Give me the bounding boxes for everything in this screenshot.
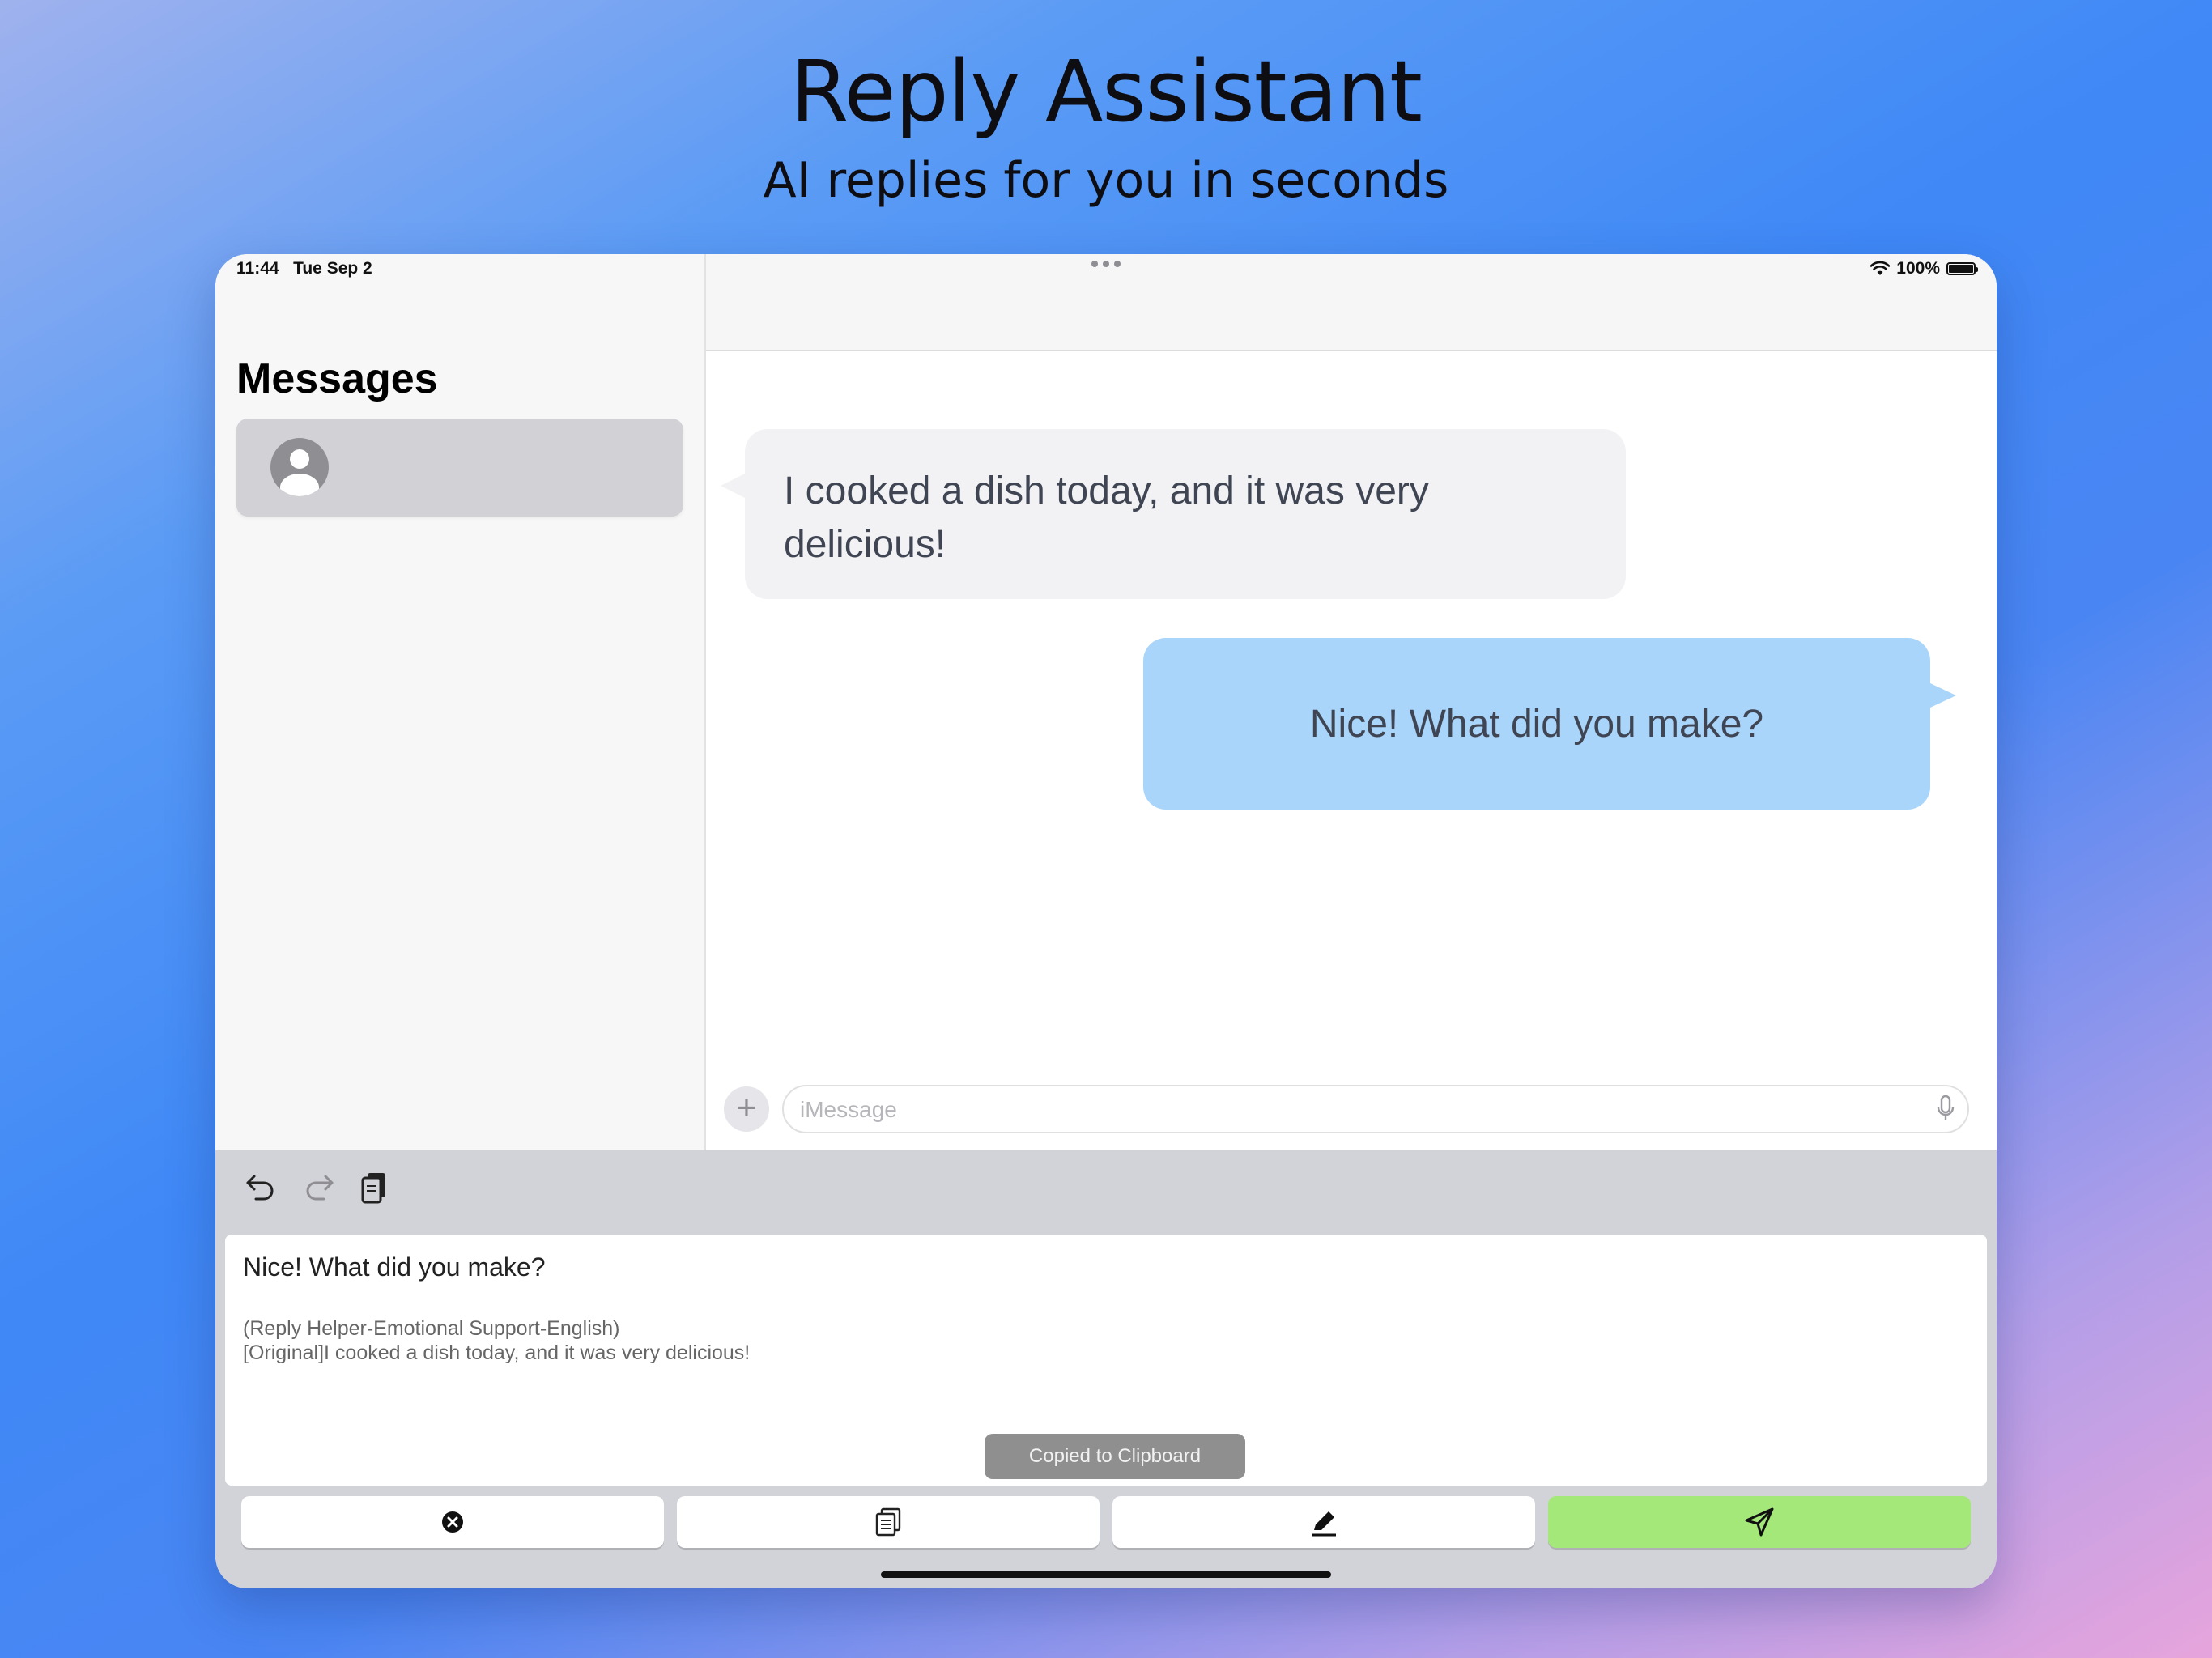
person-icon <box>270 438 329 496</box>
messages-title: Messages <box>236 355 438 402</box>
undo-icon[interactable] <box>243 1170 279 1205</box>
reply-assistant-panel: Nice! What did you make? (Reply Helper-E… <box>215 1150 1997 1588</box>
multitasking-dots-icon[interactable] <box>1091 261 1121 267</box>
outgoing-message-text: Nice! What did you make? <box>1309 702 1764 746</box>
generated-reply-text: Nice! What did you make? <box>243 1252 546 1282</box>
battery-icon <box>1946 262 1978 275</box>
send-button[interactable] <box>1548 1496 1971 1548</box>
edit-button[interactable] <box>1112 1496 1535 1548</box>
clear-button[interactable] <box>241 1496 664 1548</box>
home-indicator[interactable] <box>881 1571 1331 1578</box>
hero-subtitle: AI replies for you in seconds <box>763 152 1449 209</box>
incoming-message-bubble[interactable]: I cooked a dish today, and it was very d… <box>721 429 1626 599</box>
hero-title: Reply Assistant <box>790 42 1423 141</box>
copied-toast: Copied to Clipboard <box>985 1434 1245 1479</box>
microphone-icon[interactable] <box>1937 1095 1955 1124</box>
conversation-row[interactable] <box>236 419 683 517</box>
reply-style-label: (Reply Helper-Emotional Support-English) <box>243 1317 620 1340</box>
battery-percent: 100% <box>1896 259 1940 278</box>
paste-icon[interactable] <box>358 1170 393 1205</box>
ipad-screen: Messages 11:44 Tue Sep 2 100% I cooked a… <box>215 254 1997 1588</box>
imessage-placeholder: iMessage <box>800 1097 897 1122</box>
outgoing-message-bubble[interactable]: Nice! What did you make? <box>1143 638 1956 810</box>
redo-icon[interactable] <box>301 1170 337 1205</box>
original-message-label: [Original]I cooked a dish today, and it … <box>243 1341 751 1364</box>
incoming-message-text: I cooked a dish today, and it was very d… <box>784 470 1429 566</box>
sidebar: Messages <box>215 254 706 1150</box>
copy-icon <box>875 1507 901 1537</box>
reply-editor[interactable]: Nice! What did you make? (Reply Helper-E… <box>225 1235 1987 1486</box>
clear-icon <box>442 1511 463 1533</box>
status-time: 11:44 Tue Sep 2 <box>236 259 372 278</box>
status-indicators: 100% <box>1870 259 1978 278</box>
imessage-input[interactable]: iMessage <box>782 1085 1969 1133</box>
send-icon <box>1745 1507 1774 1537</box>
status-date: Tue Sep 2 <box>293 259 372 278</box>
chat-header <box>706 254 1997 351</box>
edit-icon <box>1312 1511 1336 1537</box>
status-clock: 11:44 <box>236 259 279 278</box>
plus-icon[interactable]: + <box>724 1086 769 1132</box>
wifi-icon <box>1870 261 1891 275</box>
copy-button[interactable] <box>677 1496 1100 1548</box>
